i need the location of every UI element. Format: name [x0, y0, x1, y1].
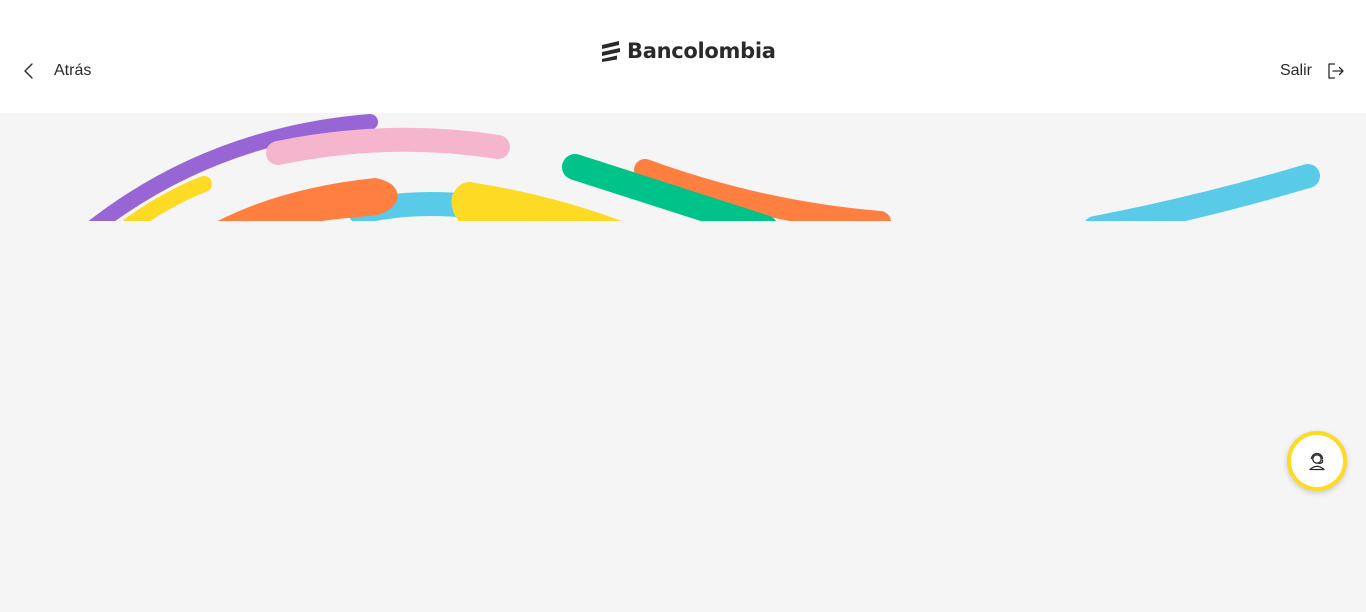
blue-long-stroke	[1085, 164, 1320, 221]
chevron-left-icon	[24, 63, 33, 79]
logout-icon	[1328, 63, 1344, 79]
bancolombia-logo-icon	[602, 41, 620, 62]
brand-wordmark: Bancolombia	[627, 39, 776, 63]
brand-logo: Bancolombia	[600, 36, 776, 66]
exit-button[interactable]: Salir	[1280, 60, 1346, 82]
pink-stroke	[266, 127, 510, 165]
hero-decoration	[0, 113, 1366, 221]
orange-blob	[217, 178, 398, 221]
top-header: Atrás Bancolombia Salir	[0, 0, 1366, 113]
brushstrokes-illustration	[88, 114, 1320, 221]
back-button[interactable]: Atrás	[20, 60, 91, 82]
back-label: Atrás	[54, 62, 92, 79]
exit-label: Salir	[1279, 62, 1312, 79]
user-support-icon	[1309, 452, 1325, 471]
help-chat-button[interactable]	[1287, 431, 1347, 491]
